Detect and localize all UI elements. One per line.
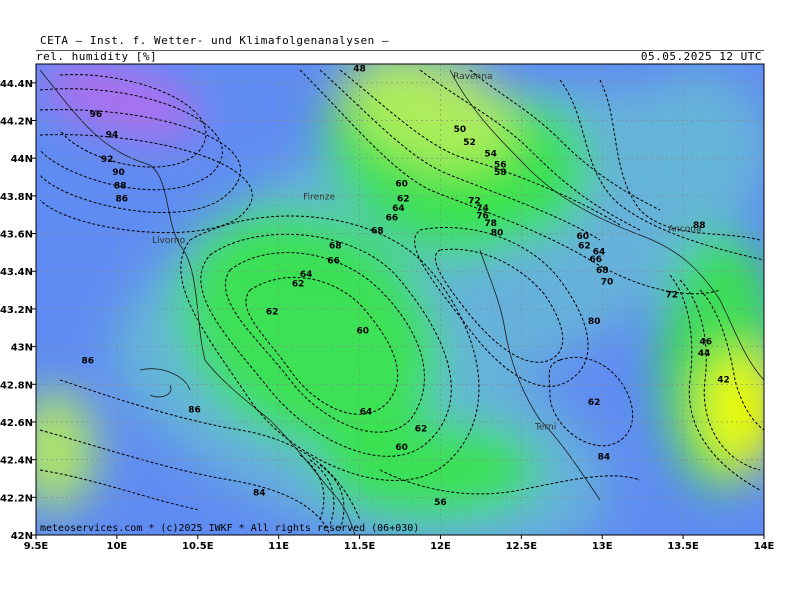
y-tick-label: 43N (11, 343, 33, 354)
contour-label: 44 (698, 349, 711, 359)
city-label: Livorno (152, 236, 186, 246)
contour-label: 60 (395, 443, 408, 453)
contour-label: 70 (601, 277, 614, 287)
contour-label: 62 (266, 308, 279, 318)
y-tick-label: 42.6N (0, 418, 33, 429)
contour-label: 86 (188, 406, 201, 416)
contour-label: 60 (357, 326, 370, 336)
contour-label: 80 (491, 228, 504, 238)
contour-label: 66 (327, 257, 340, 267)
contour-label: 94 (106, 130, 119, 140)
humidity-map: 9.5E 10E 10.5E 11E 11.5E 12E 12.5E 13E 13.5E 14E … (0, 63, 775, 552)
y-tick-label: 44N (11, 154, 33, 165)
x-tick-label: 11E (268, 541, 289, 552)
humidity-field (36, 64, 764, 535)
x-tick-label: 9.5E (24, 541, 49, 552)
y-tick-label: 43.4N (0, 267, 33, 278)
copyright-footer: meteoservices.com * (c)2025 IWKF * All r… (40, 523, 419, 534)
contour-label: 68 (371, 227, 384, 237)
x-tick-label: 14E (754, 541, 775, 552)
contour-label: 62 (578, 242, 591, 252)
contour-label: 96 (90, 110, 103, 120)
contour-label: 90 (112, 168, 125, 178)
y-tick-label: 43.2N (0, 305, 33, 316)
contour-label: 62 (588, 398, 601, 408)
y-tick-label: 43.8N (0, 192, 33, 203)
x-tick-label: 11.5E (344, 541, 376, 552)
y-tick-label: 44.2N (0, 117, 33, 128)
x-tick-label: 12E (430, 541, 451, 552)
contour-label: 62 (415, 424, 428, 434)
contour-label: 88 (114, 181, 127, 191)
contour-label: 58 (494, 168, 507, 178)
contour-label: 86 (82, 357, 95, 367)
contour-label: 56 (434, 498, 447, 508)
x-tick-label: 10.5E (182, 541, 214, 552)
contour-label: 88 (693, 221, 706, 231)
city-label: Terni (534, 422, 556, 432)
contour-label: 60 (395, 179, 408, 189)
x-tick-label: 12.5E (506, 541, 538, 552)
y-tick-label: 44.4N (0, 79, 33, 90)
x-tick-label: 13.5E (667, 541, 699, 552)
contour-label: 80 (588, 317, 601, 327)
y-tick-label: 43.6N (0, 230, 33, 241)
contour-label: 92 (101, 155, 114, 165)
contour-label: 48 (353, 65, 366, 75)
contour-label: 64 (360, 407, 373, 417)
contour-label: 66 (386, 213, 399, 223)
contour-label: 72 (666, 291, 679, 301)
city-label: Firenze (303, 193, 335, 203)
contour-label: 62 (292, 279, 305, 289)
y-tick-label: 42N (11, 531, 33, 542)
contour-label: 84 (253, 488, 266, 498)
contour-label: 52 (463, 138, 476, 148)
city-label: Ravenna (453, 72, 492, 82)
contour-label: 54 (484, 149, 497, 159)
contour-label: 50 (454, 125, 467, 135)
y-tick-label: 42.4N (0, 456, 33, 467)
x-tick-label: 13E (592, 541, 613, 552)
contour-label: 86 (115, 195, 128, 205)
y-tick-label: 42.8N (0, 380, 33, 391)
contour-label: 42 (717, 375, 730, 385)
contour-label: 84 (598, 453, 611, 463)
contour-label: 68 (329, 242, 342, 252)
x-tick-label: 10E (107, 541, 128, 552)
contour-label: 46 (699, 338, 712, 348)
contour-label: 66 (589, 255, 602, 265)
contour-label: 68 (596, 266, 609, 276)
y-tick-label: 42.2N (0, 493, 33, 504)
